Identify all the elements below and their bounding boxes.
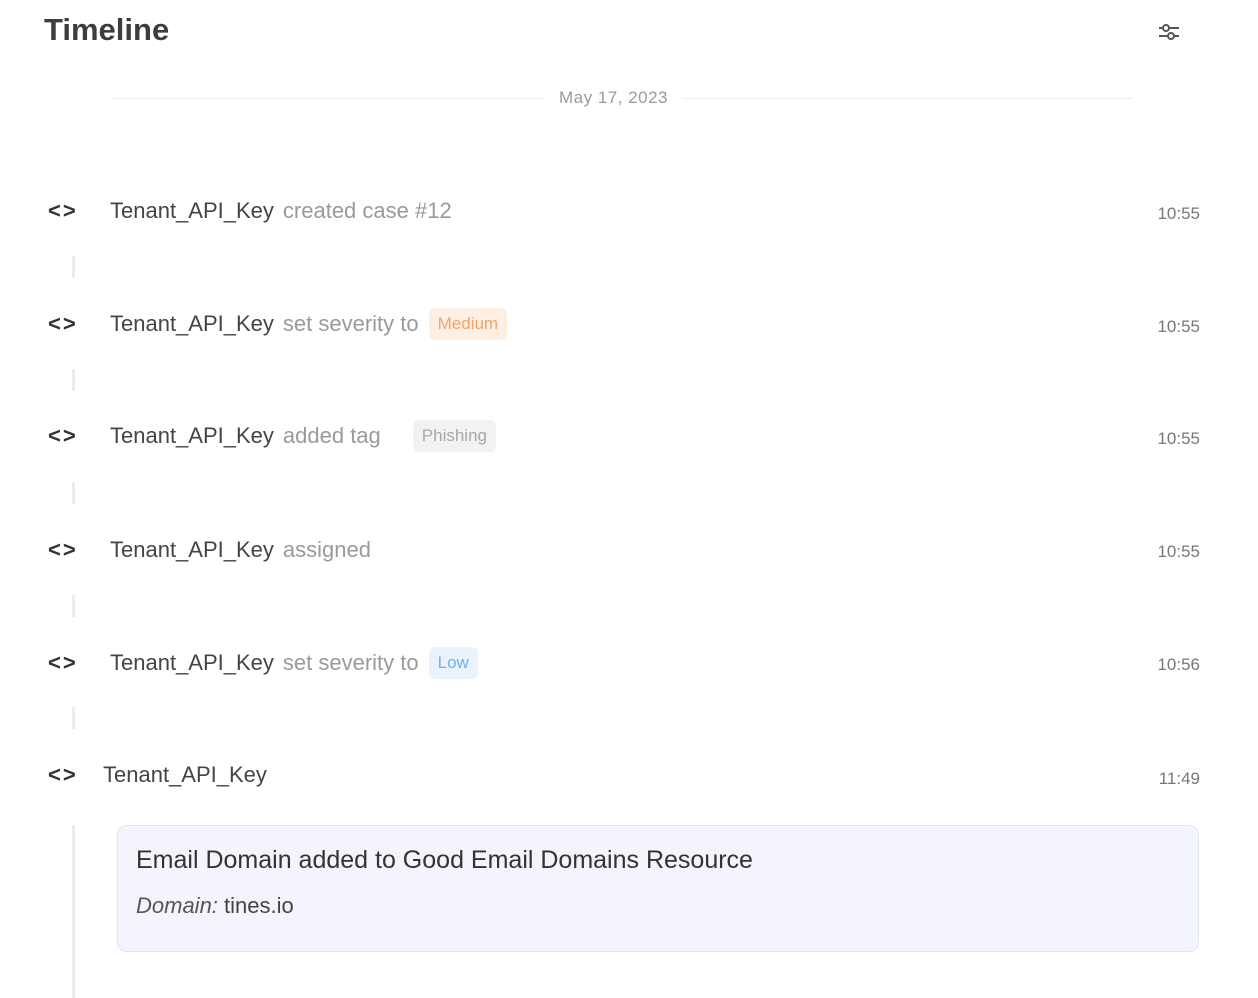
tag-badge: Phishing <box>412 420 496 452</box>
card-title: Email Domain added to Good Email Domains… <box>136 846 753 874</box>
timeline-event: <> Tenant_API_Key set severity to Low <box>48 647 478 679</box>
event-action: assigned <box>282 537 371 562</box>
event-action: added tag <box>282 423 381 448</box>
date-label: May 17, 2023 <box>545 88 683 108</box>
timeline-connector <box>72 482 75 504</box>
timeline-connector <box>72 595 75 617</box>
timeline-connector <box>72 256 75 278</box>
code-icon: <> <box>48 311 78 336</box>
event-action: set severity to <box>282 650 419 675</box>
event-time: 10:55 <box>1157 429 1200 448</box>
event-actor: Tenant_API_Key <box>110 423 274 448</box>
event-time: 10:55 <box>1157 317 1200 336</box>
timeline-event: <> Tenant_API_Key created case #12 <box>48 196 452 226</box>
event-detail-card: Email Domain added to Good Email Domains… <box>117 825 1199 952</box>
code-icon: <> <box>48 537 78 562</box>
page-title: Timeline <box>44 12 170 47</box>
event-time: 11:49 <box>1158 769 1200 788</box>
event-time: 10:55 <box>1157 204 1200 223</box>
event-action: set severity to <box>282 311 419 336</box>
event-actor: Tenant_API_Key <box>110 198 274 223</box>
timeline-event: <> Tenant_API_Key added tag Phishing <box>48 420 496 452</box>
timeline-event: <> Tenant_API_Key assigned <box>48 535 371 565</box>
severity-badge-medium: Medium <box>428 308 508 340</box>
severity-badge-low: Low <box>428 647 478 679</box>
filter-button[interactable] <box>1156 20 1182 44</box>
event-actor: Tenant_API_Key <box>103 762 267 787</box>
sliders-icon <box>1159 24 1179 40</box>
event-actor: Tenant_API_Key <box>110 537 274 562</box>
event-time: 10:55 <box>1157 542 1200 561</box>
event-time: 10:56 <box>1157 655 1200 674</box>
code-icon: <> <box>48 762 78 787</box>
timeline-connector <box>72 825 75 998</box>
field-label: Domain: <box>136 893 218 918</box>
code-icon: <> <box>48 650 78 675</box>
event-action: created case #12 <box>282 198 452 223</box>
timeline-event: <> Tenant_API_Key set severity to Medium <box>48 308 508 340</box>
timeline-connector <box>72 707 75 729</box>
code-icon: <> <box>48 423 78 448</box>
event-actor: Tenant_API_Key <box>110 311 274 336</box>
field-value: tines.io <box>224 893 294 918</box>
timeline-event: <> Tenant_API_Key <box>48 760 267 790</box>
event-actor: Tenant_API_Key <box>110 650 274 675</box>
timeline-connector <box>72 369 75 391</box>
code-icon: <> <box>48 198 78 223</box>
